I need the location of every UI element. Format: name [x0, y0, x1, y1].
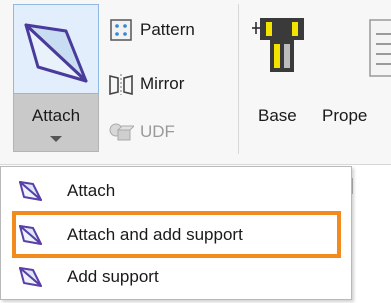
mirror-label: Mirror	[140, 74, 185, 93]
attach-dropdown-trigger[interactable]: Attach	[13, 94, 99, 152]
attach-split-button[interactable]: Attach	[10, 4, 102, 152]
udf-cube-icon	[108, 119, 134, 145]
base-button[interactable]: Base	[248, 4, 310, 154]
udf-button[interactable]: UDF	[108, 116, 175, 148]
menu-item-attach-and-add-support[interactable]: Attach and add support	[1, 215, 351, 255]
background-divider	[352, 178, 353, 194]
menu-item-label: Add support	[67, 267, 159, 286]
mirror-icon	[108, 71, 134, 97]
pattern-grid-icon	[108, 17, 134, 43]
attach-triangle-icon	[17, 177, 45, 205]
properties-label: Prope	[322, 106, 368, 125]
attach-button-label: Attach	[31, 106, 81, 125]
menu-item-attach[interactable]: Attach	[1, 171, 351, 211]
menu-item-label: Attach and add support	[67, 225, 243, 244]
base-label: Base	[258, 106, 297, 125]
attach-button-icon-area[interactable]	[13, 4, 99, 94]
chevron-down-icon	[50, 136, 62, 142]
mirror-button[interactable]: Mirror	[108, 68, 184, 100]
pattern-label: Pattern	[140, 20, 195, 39]
attach-dropdown-menu: Attach Attach and add support Add suppor…	[0, 166, 352, 300]
attach-triangle-icon	[24, 23, 88, 83]
pattern-button[interactable]: Pattern	[108, 14, 195, 46]
properties-button[interactable]: Prope	[322, 4, 391, 154]
ribbon-panel: Attach Pattern Mirror UDF Base Prope	[0, 0, 391, 165]
udf-label: UDF	[140, 122, 175, 141]
properties-doc-icon	[369, 19, 391, 77]
ribbon-separator	[238, 4, 239, 154]
menu-item-add-support[interactable]: Add support	[1, 257, 351, 297]
base-fixture-icon	[252, 18, 304, 72]
attach-triangle-icon	[17, 263, 45, 291]
attach-triangle-icon	[17, 221, 45, 249]
menu-item-label: Attach	[67, 181, 116, 200]
